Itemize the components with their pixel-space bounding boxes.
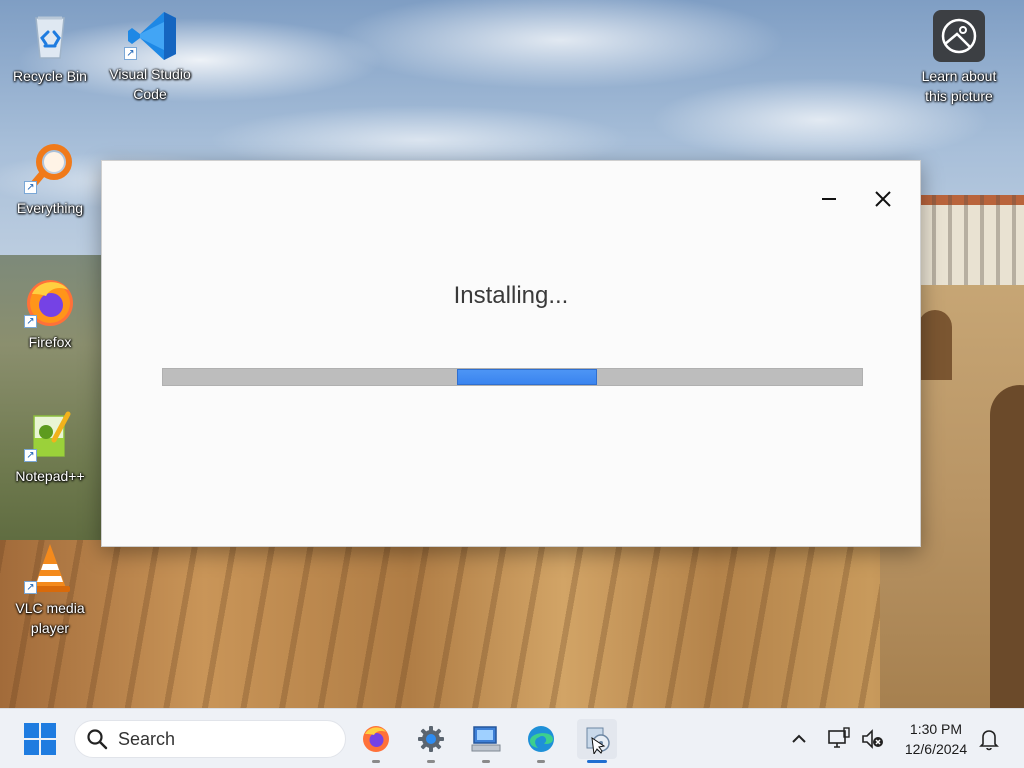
wallpaper-arch-small <box>918 310 952 380</box>
installer-icon <box>586 727 610 754</box>
search-icon <box>87 729 108 750</box>
desktop-icon-label: Recycle Bin <box>13 68 87 84</box>
computer-icon <box>471 726 501 752</box>
windows-logo-pane <box>41 723 56 738</box>
network-display-icon <box>828 727 850 748</box>
show-hidden-icons-button[interactable] <box>786 709 812 768</box>
firefox-icon: ↗ <box>24 276 76 328</box>
desktop-icon-vscode[interactable]: ↗ Visual Studio Code <box>102 8 198 104</box>
desktop-icon-label: Learn about this picture <box>921 68 997 104</box>
desktop-icon-recycle-bin[interactable]: Recycle Bin <box>2 10 98 86</box>
speaker-muted-icon <box>862 729 883 749</box>
desktop-icon-everything[interactable]: ↗ Everything <box>2 142 98 218</box>
shortcut-arrow-icon: ↗ <box>24 449 37 462</box>
install-progress-bar <box>162 368 863 386</box>
shortcut-arrow-icon: ↗ <box>24 315 37 328</box>
wallpaper-arch <box>990 385 1024 708</box>
close-button[interactable] <box>865 181 901 217</box>
vscode-icon: ↗ <box>124 8 176 60</box>
running-indicator <box>482 760 490 763</box>
edge-icon <box>528 726 554 752</box>
desktop-icon-firefox[interactable]: ↗ Firefox <box>2 276 98 352</box>
installer-window[interactable]: Installing... <box>101 160 921 547</box>
bell-icon <box>979 730 999 751</box>
taskbar-app-firefox[interactable] <box>356 719 396 763</box>
progress-marquee-chunk <box>457 369 597 385</box>
wallpaper-houses <box>920 195 1024 285</box>
taskbar-app-settings[interactable] <box>411 719 451 763</box>
desktop-icon-label: Visual Studio Code <box>109 66 191 102</box>
recycle-bin-icon <box>24 10 76 62</box>
desktop-icon-label: Firefox <box>28 334 72 350</box>
notifications-button[interactable] <box>976 709 1002 768</box>
tray-volume-icon-button[interactable] <box>860 709 886 768</box>
notepadpp-icon: ↗ <box>24 410 76 462</box>
windows-logo-pane <box>24 723 39 738</box>
everything-search-icon: ↗ <box>24 142 76 194</box>
chevron-up-icon <box>792 734 806 743</box>
vlc-cone-icon: ↗ <box>24 542 76 594</box>
running-indicator <box>372 760 380 763</box>
clock-time: 1:30 PM <box>909 721 963 737</box>
windows-logo-pane <box>24 740 39 755</box>
desktop-icon-vlc[interactable]: ↗ VLC media player <box>2 542 98 638</box>
shortcut-arrow-icon: ↗ <box>24 181 37 194</box>
minimize-button[interactable] <box>811 181 847 217</box>
desktop-icon-learn-picture[interactable]: Learn about this picture <box>911 10 1007 106</box>
running-indicator-active <box>587 760 607 763</box>
shortcut-arrow-icon: ↗ <box>24 581 37 594</box>
start-button[interactable] <box>24 723 56 755</box>
running-indicator <box>537 760 545 763</box>
taskbar-search-box[interactable]: Search <box>74 720 346 758</box>
shortcut-arrow-icon: ↗ <box>124 47 137 60</box>
desktop-icon-label: Everything <box>16 200 84 216</box>
install-status-text: Installing... <box>453 282 569 309</box>
clock-date: 12/6/2024 <box>904 741 968 757</box>
learn-picture-icon <box>933 10 985 62</box>
running-indicator <box>427 760 435 763</box>
taskbar-app-network[interactable] <box>466 719 506 763</box>
close-icon <box>875 191 891 207</box>
tray-network-icon-button[interactable] <box>826 709 852 768</box>
taskbar-app-installer[interactable] <box>577 719 617 763</box>
taskbar-app-edge[interactable] <box>521 719 561 763</box>
search-placeholder: Search <box>118 728 176 749</box>
desktop-icon-label: Notepad++ <box>15 468 85 484</box>
taskbar: Search 1:30 PM 12/6/2024 <box>0 708 1024 768</box>
windows-logo-pane <box>41 740 56 755</box>
taskbar-clock[interactable]: 1:30 PM 12/6/2024 <box>896 719 976 759</box>
desktop-icon-notepadpp[interactable]: ↗ Notepad++ <box>2 410 98 486</box>
desktop-icon-label: VLC media player <box>15 600 85 636</box>
firefox-icon <box>363 726 389 752</box>
minimize-icon <box>822 198 836 200</box>
wallpaper-cliff <box>0 540 1024 708</box>
gear-icon <box>418 726 444 752</box>
